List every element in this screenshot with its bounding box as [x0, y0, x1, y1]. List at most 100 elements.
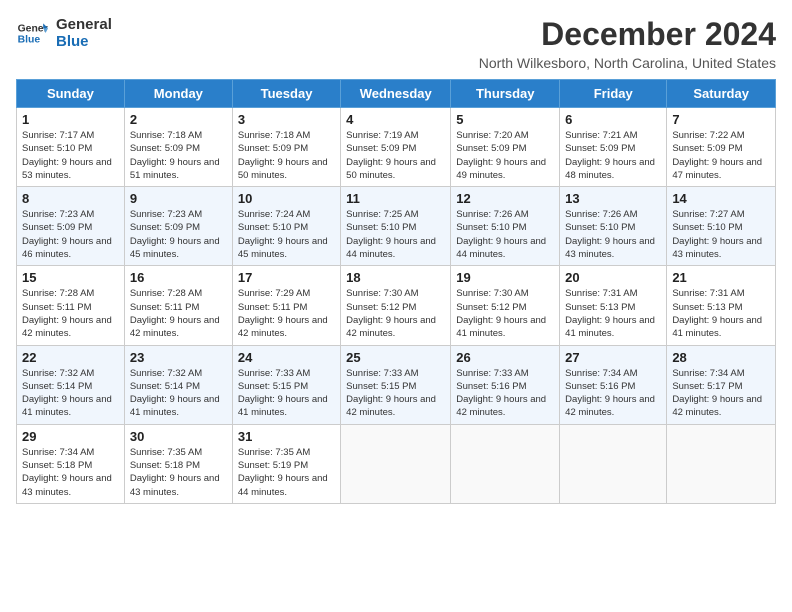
day-number: 18 — [346, 270, 445, 285]
day-info: Sunrise: 7:21 AM Sunset: 5:09 PM Dayligh… — [565, 129, 661, 182]
day-info: Sunrise: 7:24 AM Sunset: 5:10 PM Dayligh… — [238, 208, 335, 261]
week-row-1: 1 Sunrise: 7:17 AM Sunset: 5:10 PM Dayli… — [17, 108, 776, 187]
day-number: 12 — [456, 191, 554, 206]
week-row-4: 22 Sunrise: 7:32 AM Sunset: 5:14 PM Dayl… — [17, 345, 776, 424]
day-number: 9 — [130, 191, 227, 206]
day-cell: 24 Sunrise: 7:33 AM Sunset: 5:15 PM Dayl… — [232, 345, 340, 424]
day-info: Sunrise: 7:27 AM Sunset: 5:10 PM Dayligh… — [672, 208, 770, 261]
day-cell: 16 Sunrise: 7:28 AM Sunset: 5:11 PM Dayl… — [124, 266, 232, 345]
day-cell: 14 Sunrise: 7:27 AM Sunset: 5:10 PM Dayl… — [667, 187, 776, 266]
day-cell: 2 Sunrise: 7:18 AM Sunset: 5:09 PM Dayli… — [124, 108, 232, 187]
day-cell: 11 Sunrise: 7:25 AM Sunset: 5:10 PM Dayl… — [341, 187, 451, 266]
day-info: Sunrise: 7:31 AM Sunset: 5:13 PM Dayligh… — [565, 287, 661, 340]
day-cell: 27 Sunrise: 7:34 AM Sunset: 5:16 PM Dayl… — [560, 345, 667, 424]
day-cell — [341, 424, 451, 503]
day-cell — [667, 424, 776, 503]
day-info: Sunrise: 7:18 AM Sunset: 5:09 PM Dayligh… — [130, 129, 227, 182]
day-number: 6 — [565, 112, 661, 127]
day-cell: 7 Sunrise: 7:22 AM Sunset: 5:09 PM Dayli… — [667, 108, 776, 187]
day-number: 26 — [456, 350, 554, 365]
day-cell: 20 Sunrise: 7:31 AM Sunset: 5:13 PM Dayl… — [560, 266, 667, 345]
logo-general: General — [56, 16, 112, 33]
day-info: Sunrise: 7:34 AM Sunset: 5:16 PM Dayligh… — [565, 367, 661, 420]
week-row-3: 15 Sunrise: 7:28 AM Sunset: 5:11 PM Dayl… — [17, 266, 776, 345]
day-number: 28 — [672, 350, 770, 365]
header-saturday: Saturday — [667, 80, 776, 108]
day-number: 30 — [130, 429, 227, 444]
day-number: 29 — [22, 429, 119, 444]
day-info: Sunrise: 7:22 AM Sunset: 5:09 PM Dayligh… — [672, 129, 770, 182]
day-info: Sunrise: 7:30 AM Sunset: 5:12 PM Dayligh… — [456, 287, 554, 340]
day-cell: 31 Sunrise: 7:35 AM Sunset: 5:19 PM Dayl… — [232, 424, 340, 503]
header-sunday: Sunday — [17, 80, 125, 108]
day-info: Sunrise: 7:30 AM Sunset: 5:12 PM Dayligh… — [346, 287, 445, 340]
header-tuesday: Tuesday — [232, 80, 340, 108]
page-header: General Blue General Blue December 2024 … — [16, 16, 776, 71]
day-info: Sunrise: 7:26 AM Sunset: 5:10 PM Dayligh… — [456, 208, 554, 261]
day-cell: 8 Sunrise: 7:23 AM Sunset: 5:09 PM Dayli… — [17, 187, 125, 266]
day-number: 24 — [238, 350, 335, 365]
day-cell: 29 Sunrise: 7:34 AM Sunset: 5:18 PM Dayl… — [17, 424, 125, 503]
day-number: 14 — [672, 191, 770, 206]
day-info: Sunrise: 7:32 AM Sunset: 5:14 PM Dayligh… — [130, 367, 227, 420]
day-number: 7 — [672, 112, 770, 127]
header-wednesday: Wednesday — [341, 80, 451, 108]
day-cell: 26 Sunrise: 7:33 AM Sunset: 5:16 PM Dayl… — [451, 345, 560, 424]
day-info: Sunrise: 7:28 AM Sunset: 5:11 PM Dayligh… — [130, 287, 227, 340]
day-info: Sunrise: 7:35 AM Sunset: 5:18 PM Dayligh… — [130, 446, 227, 499]
day-cell: 9 Sunrise: 7:23 AM Sunset: 5:09 PM Dayli… — [124, 187, 232, 266]
logo-icon: General Blue — [16, 17, 48, 49]
day-info: Sunrise: 7:17 AM Sunset: 5:10 PM Dayligh… — [22, 129, 119, 182]
day-info: Sunrise: 7:23 AM Sunset: 5:09 PM Dayligh… — [130, 208, 227, 261]
day-number: 11 — [346, 191, 445, 206]
day-info: Sunrise: 7:35 AM Sunset: 5:19 PM Dayligh… — [238, 446, 335, 499]
day-number: 21 — [672, 270, 770, 285]
day-cell: 12 Sunrise: 7:26 AM Sunset: 5:10 PM Dayl… — [451, 187, 560, 266]
day-number: 1 — [22, 112, 119, 127]
day-info: Sunrise: 7:32 AM Sunset: 5:14 PM Dayligh… — [22, 367, 119, 420]
day-number: 3 — [238, 112, 335, 127]
day-number: 22 — [22, 350, 119, 365]
day-info: Sunrise: 7:25 AM Sunset: 5:10 PM Dayligh… — [346, 208, 445, 261]
day-number: 23 — [130, 350, 227, 365]
month-title: December 2024 — [479, 16, 776, 53]
logo: General Blue General Blue — [16, 16, 112, 50]
day-info: Sunrise: 7:29 AM Sunset: 5:11 PM Dayligh… — [238, 287, 335, 340]
week-row-2: 8 Sunrise: 7:23 AM Sunset: 5:09 PM Dayli… — [17, 187, 776, 266]
day-cell: 25 Sunrise: 7:33 AM Sunset: 5:15 PM Dayl… — [341, 345, 451, 424]
day-number: 27 — [565, 350, 661, 365]
day-cell: 22 Sunrise: 7:32 AM Sunset: 5:14 PM Dayl… — [17, 345, 125, 424]
location-title: North Wilkesboro, North Carolina, United… — [479, 55, 776, 71]
day-number: 16 — [130, 270, 227, 285]
day-number: 10 — [238, 191, 335, 206]
day-info: Sunrise: 7:31 AM Sunset: 5:13 PM Dayligh… — [672, 287, 770, 340]
header-monday: Monday — [124, 80, 232, 108]
day-cell — [451, 424, 560, 503]
calendar-table: SundayMondayTuesdayWednesdayThursdayFrid… — [16, 79, 776, 504]
day-info: Sunrise: 7:28 AM Sunset: 5:11 PM Dayligh… — [22, 287, 119, 340]
svg-text:Blue: Blue — [18, 35, 41, 46]
day-cell: 10 Sunrise: 7:24 AM Sunset: 5:10 PM Dayl… — [232, 187, 340, 266]
day-number: 2 — [130, 112, 227, 127]
day-number: 5 — [456, 112, 554, 127]
day-info: Sunrise: 7:34 AM Sunset: 5:18 PM Dayligh… — [22, 446, 119, 499]
day-number: 13 — [565, 191, 661, 206]
day-info: Sunrise: 7:23 AM Sunset: 5:09 PM Dayligh… — [22, 208, 119, 261]
day-number: 19 — [456, 270, 554, 285]
day-cell: 21 Sunrise: 7:31 AM Sunset: 5:13 PM Dayl… — [667, 266, 776, 345]
day-info: Sunrise: 7:34 AM Sunset: 5:17 PM Dayligh… — [672, 367, 770, 420]
day-info: Sunrise: 7:33 AM Sunset: 5:15 PM Dayligh… — [238, 367, 335, 420]
day-cell: 18 Sunrise: 7:30 AM Sunset: 5:12 PM Dayl… — [341, 266, 451, 345]
day-cell — [560, 424, 667, 503]
day-cell: 5 Sunrise: 7:20 AM Sunset: 5:09 PM Dayli… — [451, 108, 560, 187]
week-row-5: 29 Sunrise: 7:34 AM Sunset: 5:18 PM Dayl… — [17, 424, 776, 503]
day-info: Sunrise: 7:19 AM Sunset: 5:09 PM Dayligh… — [346, 129, 445, 182]
day-number: 4 — [346, 112, 445, 127]
day-cell: 17 Sunrise: 7:29 AM Sunset: 5:11 PM Dayl… — [232, 266, 340, 345]
day-number: 31 — [238, 429, 335, 444]
day-cell: 28 Sunrise: 7:34 AM Sunset: 5:17 PM Dayl… — [667, 345, 776, 424]
day-cell: 1 Sunrise: 7:17 AM Sunset: 5:10 PM Dayli… — [17, 108, 125, 187]
day-cell: 19 Sunrise: 7:30 AM Sunset: 5:12 PM Dayl… — [451, 266, 560, 345]
day-cell: 30 Sunrise: 7:35 AM Sunset: 5:18 PM Dayl… — [124, 424, 232, 503]
day-info: Sunrise: 7:33 AM Sunset: 5:15 PM Dayligh… — [346, 367, 445, 420]
